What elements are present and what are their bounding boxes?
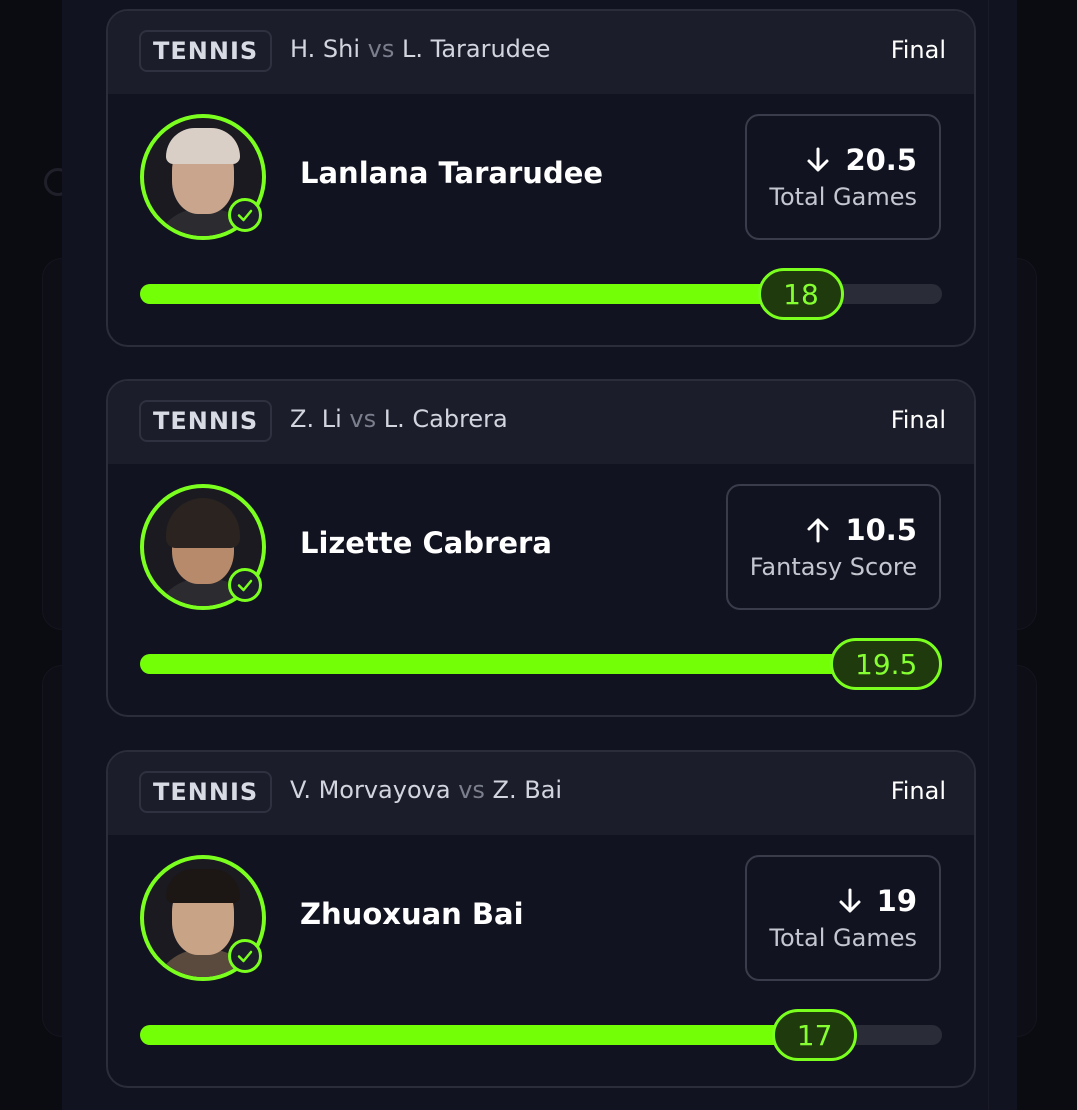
matchup: Z. Li vs L. Cabrera (290, 405, 508, 433)
check-icon (228, 568, 262, 602)
panel-divider (988, 0, 989, 1110)
matchup: V. Morvayova vs Z. Bai (290, 776, 562, 804)
vs-label: vs (349, 405, 377, 433)
sport-badge: TENNIS (139, 30, 273, 72)
team-a: H. Shi (290, 35, 360, 63)
sport-badge: TENNIS (139, 771, 273, 813)
team-a: Z. Li (290, 405, 342, 433)
progress-track: 19.5 (140, 638, 943, 690)
result-pill: 17 (771, 1009, 858, 1061)
game-status: Final (890, 36, 946, 64)
vs-label: vs (367, 35, 395, 63)
projection-box: 20.5 Total Games (745, 114, 941, 240)
stat-type: Total Games (769, 924, 917, 952)
game-status: Final (890, 777, 946, 805)
background-right (997, 0, 1077, 1110)
team-b: Z. Bai (492, 776, 563, 804)
arrow-up-icon (807, 518, 829, 543)
line-value: 10.5 (845, 513, 917, 547)
card-header: TENNIS Z. Li vs L. Cabrera Final (108, 381, 974, 464)
matchup: H. Shi vs L. Tararudee (290, 35, 550, 63)
result-pill: 19.5 (830, 638, 943, 690)
progress-fill (140, 654, 886, 674)
pick-card[interactable]: TENNIS H. Shi vs L. Tararudee Final Lanl… (106, 9, 976, 347)
vs-label: vs (458, 776, 485, 804)
player-name: Zhuoxuan Bai (300, 897, 524, 931)
pick-card[interactable]: TENNIS V. Morvayova vs Z. Bai Final Zhuo… (106, 750, 976, 1088)
stat-type: Fantasy Score (749, 553, 917, 581)
check-icon (228, 939, 262, 973)
line-value: 19 (876, 884, 917, 918)
sport-badge: TENNIS (139, 400, 273, 442)
line-value: 20.5 (845, 143, 917, 177)
background-left (0, 0, 82, 1110)
team-b: L. Cabrera (383, 405, 508, 433)
progress-fill (140, 1025, 815, 1045)
arrow-down-icon (839, 888, 861, 913)
player-name: Lanlana Tararudee (300, 156, 604, 190)
card-header: TENNIS H. Shi vs L. Tararudee Final (108, 11, 974, 94)
card-header: TENNIS V. Morvayova vs Z. Bai Final (108, 752, 974, 835)
projection-box: 19 Total Games (745, 855, 941, 981)
check-icon (228, 198, 262, 232)
projection-box: 10.5 Fantasy Score (725, 484, 941, 610)
team-b: L. Tararudee (402, 35, 551, 63)
progress-track: 17 (140, 1009, 942, 1061)
arrow-down-icon (807, 147, 829, 172)
game-status: Final (890, 406, 946, 434)
progress-track: 18 (140, 268, 942, 320)
progress-fill (140, 284, 802, 304)
team-a: V. Morvayova (290, 776, 451, 804)
pick-card[interactable]: TENNIS Z. Li vs L. Cabrera Final Lizette… (106, 379, 976, 717)
result-pill: 18 (758, 268, 844, 320)
player-name: Lizette Cabrera (300, 526, 552, 560)
stat-type: Total Games (769, 183, 917, 211)
